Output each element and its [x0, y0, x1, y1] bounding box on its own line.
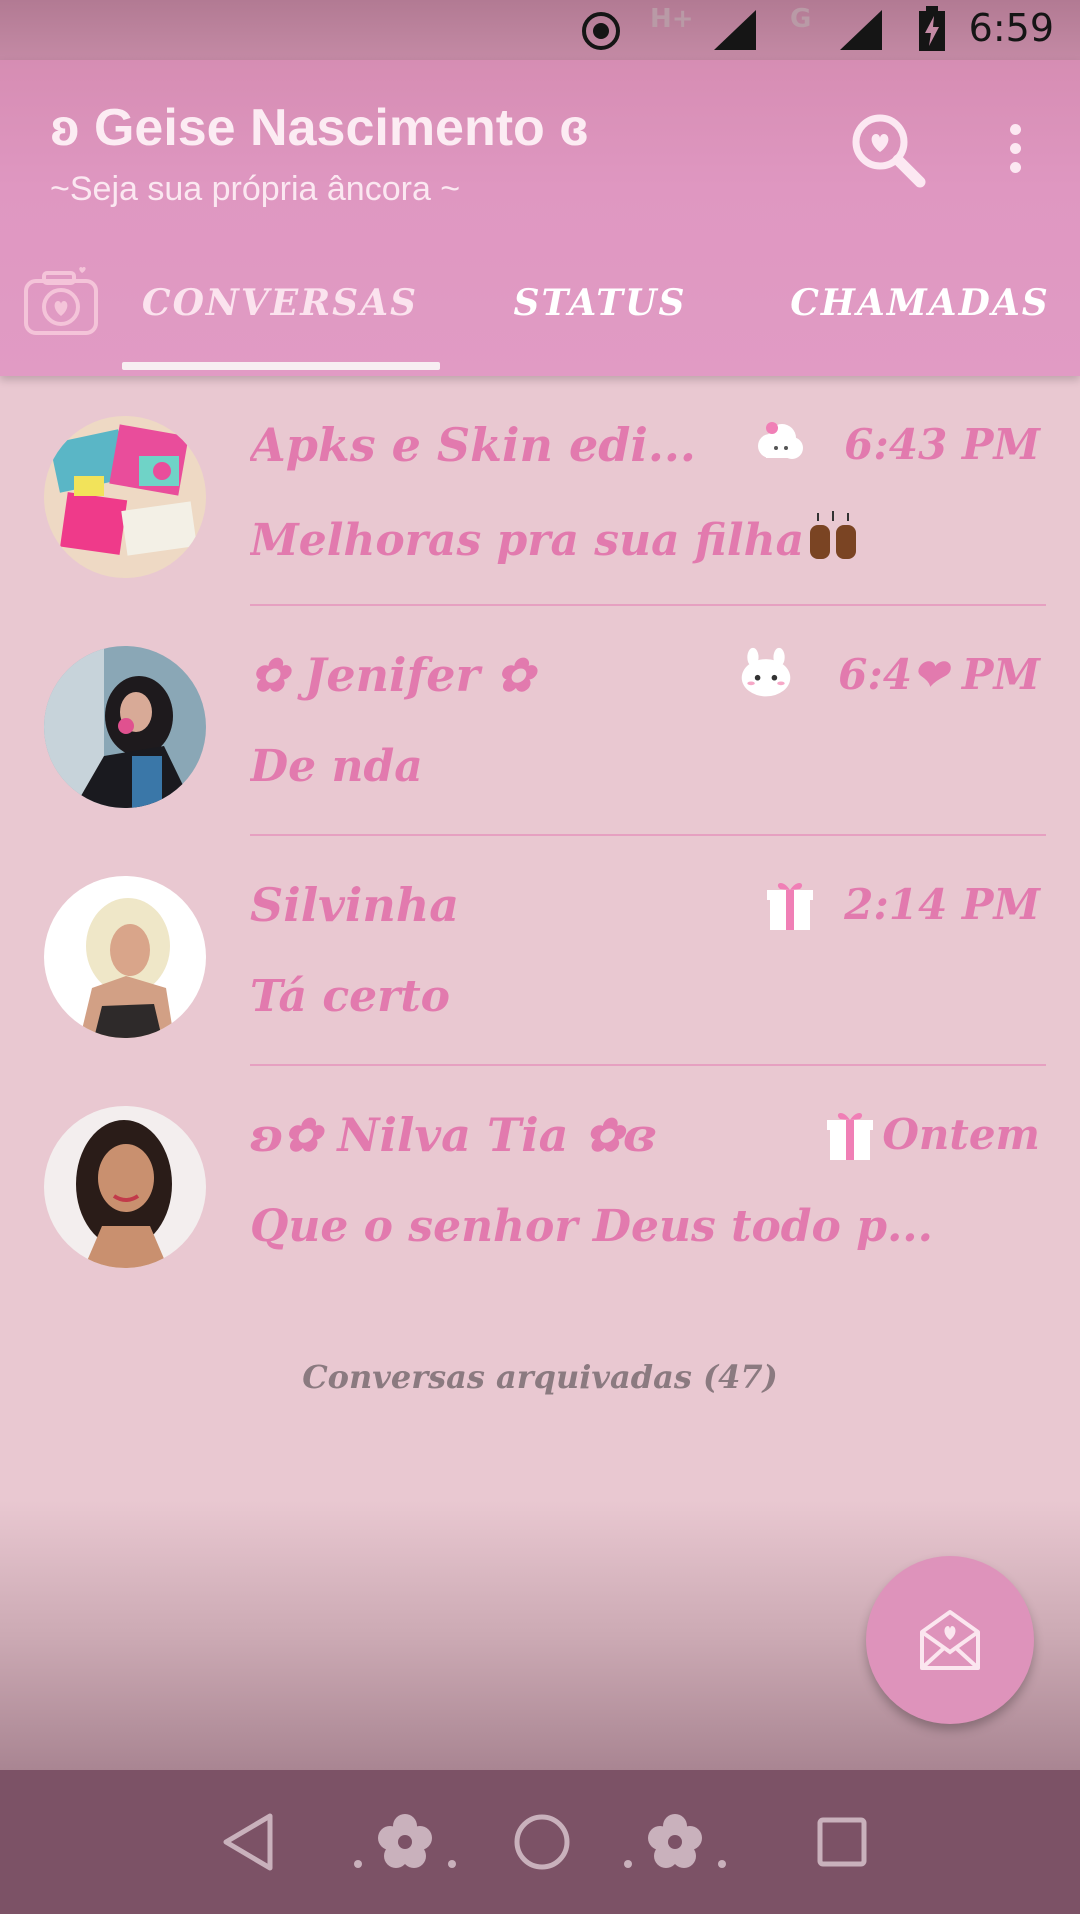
- page-title: ʚ Geise Nascimento ɞ: [50, 99, 589, 157]
- flower-icon: [354, 1814, 456, 1868]
- more-options-button[interactable]: [998, 118, 1032, 184]
- chat-row[interactable]: ✿ Jenifer ✿ 6:4❤ PM De nda: [0, 606, 1080, 836]
- flower-icon: [624, 1814, 726, 1868]
- chat-name: Apks e Skin edi...: [250, 418, 696, 472]
- home-button[interactable]: [502, 1802, 582, 1882]
- chat-name: ✿ Jenifer ✿: [250, 648, 535, 702]
- bunny-icon: [741, 647, 791, 697]
- network-type-label-2: G: [790, 4, 812, 34]
- avatar[interactable]: [44, 1106, 206, 1268]
- status-bar: H+ G 6:59: [0, 0, 1080, 60]
- chat-name: ʚ✿ Nilva Tia ✿ɞ: [250, 1108, 656, 1162]
- clock: 6:59: [968, 6, 1054, 50]
- more-options-dot: [1009, 162, 1021, 173]
- archived-chats-link[interactable]: Conversas arquivadas (47): [0, 1358, 1080, 1396]
- back-icon: [223, 1813, 273, 1871]
- battery-icon: [919, 6, 945, 51]
- camera-icon: [24, 267, 98, 335]
- chat-message: Que o senhor Deus todo p...: [250, 1201, 933, 1252]
- tab-status[interactable]: STATUS: [480, 282, 720, 346]
- avatar[interactable]: [44, 646, 206, 808]
- avatar-image: [44, 876, 206, 1038]
- tab-chamadas[interactable]: CHAMADAS: [780, 282, 1060, 346]
- chat-time: 6:43 PM: [844, 420, 1040, 469]
- recents-icon: [817, 1817, 867, 1867]
- chat-row[interactable]: Silvinha 2:14 PM Tá certo: [0, 836, 1080, 1066]
- more-options-icon: [1009, 124, 1021, 135]
- chat-message-text: Melhoras pra sua filha: [250, 515, 805, 566]
- chat-message: Melhoras pra sua filha: [250, 511, 1030, 566]
- envelope-heart-icon: [920, 1610, 980, 1670]
- more-options-dot: [1009, 143, 1021, 154]
- avatar[interactable]: [44, 416, 206, 578]
- avatar-image: [44, 646, 206, 808]
- avatar-image: [44, 416, 206, 578]
- page-subtitle: ~Seja sua própria âncora ~: [50, 170, 461, 208]
- back-button[interactable]: [210, 1802, 290, 1882]
- raised-hands-icon: [810, 511, 857, 559]
- hotspot-icon: [582, 12, 620, 50]
- home-icon: [514, 1814, 570, 1870]
- signal-icon: [714, 10, 756, 50]
- search-icon: [852, 114, 926, 188]
- recents-button[interactable]: [802, 1802, 882, 1882]
- chat-name: Silvinha: [250, 878, 460, 932]
- system-nav-bar: [0, 1770, 1080, 1914]
- chat-message: De nda: [250, 741, 423, 792]
- chat-time: Ontem: [882, 1110, 1040, 1159]
- network-type-label: H+: [650, 4, 694, 34]
- chat-time: 6:4❤ PM: [838, 650, 1040, 699]
- app-bar: ʚ Geise Nascimento ɞ ~Seja sua própria â…: [0, 60, 1080, 376]
- avatar-image: [44, 1106, 206, 1268]
- active-tab-indicator: [122, 362, 440, 370]
- tab-conversas[interactable]: CONVERSAS: [120, 282, 440, 346]
- chat-time: 2:14 PM: [844, 880, 1040, 929]
- signal-icon-2: [840, 10, 882, 50]
- chat-message: Tá certo: [250, 971, 450, 1022]
- cloud-icon: [758, 422, 803, 459]
- new-chat-button[interactable]: [866, 1556, 1034, 1724]
- gift-icon: [827, 1112, 873, 1160]
- chat-row[interactable]: ʚ✿ Nilva Tia ✿ɞ Ontem Que o senhor Deus …: [0, 1066, 1080, 1296]
- chat-row[interactable]: Apks e Skin edi... 6:43 PM Melhoras pra …: [0, 376, 1080, 606]
- avatar[interactable]: [44, 876, 206, 1038]
- camera-tab[interactable]: [22, 265, 100, 337]
- search-button[interactable]: [848, 110, 928, 190]
- gift-icon: [767, 882, 813, 930]
